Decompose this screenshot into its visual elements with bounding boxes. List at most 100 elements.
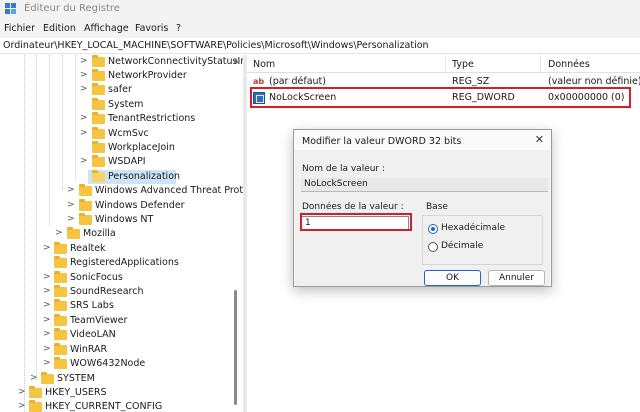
chevron-right-icon[interactable]: >: [80, 113, 88, 123]
value-name-field: NoLockScreen: [301, 178, 548, 192]
folder-icon: [92, 83, 105, 95]
tree-item[interactable]: > Realtek: [0, 242, 232, 256]
folder-icon: [54, 271, 67, 283]
chevron-right-icon[interactable]: >: [18, 401, 26, 411]
menu-help[interactable]: ?: [176, 23, 181, 34]
scroll-up-icon[interactable]: ▲: [232, 57, 240, 64]
string-value-icon: ab: [253, 77, 265, 86]
radio-checked-icon[interactable]: [428, 224, 438, 234]
chevron-right-icon[interactable]: >: [18, 387, 26, 397]
address-path[interactable]: Ordinateur\HKEY_LOCAL_MACHINE\SOFTWARE\P…: [3, 40, 429, 51]
tree-item-label: TeamViewer: [70, 315, 128, 326]
chevron-right-icon[interactable]: >: [43, 344, 51, 354]
chevron-right-icon[interactable]: >: [43, 358, 51, 368]
tree-item[interactable]: > HKEY_CURRENT_CONFIG: [0, 400, 232, 412]
cancel-button[interactable]: Annuler: [488, 270, 545, 286]
folder-icon: [92, 98, 105, 110]
menu-favoris[interactable]: Favoris: [135, 23, 168, 34]
tree-item-label: RegisteredApplications: [70, 257, 179, 268]
tree-item-label: System: [108, 99, 144, 110]
radio-hexadecimal[interactable]: Hexadécimale: [423, 223, 542, 235]
chevron-right-icon[interactable]: >: [80, 70, 88, 80]
chevron-right-icon[interactable]: >: [80, 84, 88, 94]
menu-edition[interactable]: Edition: [43, 23, 76, 34]
chevron-right-icon[interactable]: >: [43, 272, 51, 282]
radio-hex-label[interactable]: Hexadécimale: [441, 223, 505, 233]
chevron-right-icon[interactable]: >: [43, 300, 51, 310]
tree-item[interactable]: > safer: [0, 83, 232, 97]
chevron-right-icon[interactable]: >: [80, 128, 88, 138]
chevron-right-icon[interactable]: >: [43, 315, 51, 325]
value-data-label: Données de la valeur :: [302, 202, 404, 212]
column-header-type[interactable]: Type: [452, 59, 474, 70]
tree-item[interactable]: > Windows Advanced Threat Prote: [0, 184, 243, 198]
folder-icon: [29, 386, 42, 398]
chevron-right-icon[interactable]: >: [55, 228, 63, 238]
tree-item[interactable]: > HKEY_USERS: [0, 386, 232, 400]
tree-item[interactable]: > NetworkProvider: [0, 69, 232, 83]
value-type: REG_SZ: [452, 76, 490, 87]
tree-item-label: SonicFocus: [70, 272, 123, 283]
menu-affichage[interactable]: Affichage: [84, 23, 129, 34]
chevron-right-icon[interactable]: >: [67, 200, 75, 210]
column-header-data[interactable]: Données: [548, 59, 590, 70]
radio-dec-label[interactable]: Décimale: [441, 241, 483, 251]
tree-item[interactable]: System: [0, 98, 232, 112]
tree-item-label: NetworkProvider: [108, 70, 187, 81]
folder-icon: [54, 242, 67, 254]
tree-item-label: Windows NT: [95, 214, 154, 225]
tree-item-label: WorkplaceJoin: [108, 142, 175, 153]
tree-item[interactable]: > WcmSvc: [0, 127, 232, 141]
address-bar[interactable]: Ordinateur\HKEY_LOCAL_MACHINE\SOFTWARE\P…: [0, 38, 640, 54]
chevron-right-icon[interactable]: >: [67, 214, 75, 224]
tree-item-label: HKEY_CURRENT_CONFIG: [45, 401, 163, 412]
chevron-right-icon[interactable]: >: [43, 243, 51, 253]
base-group-label: Base: [426, 202, 448, 212]
chevron-right-icon[interactable]: >: [67, 185, 75, 195]
tree-item[interactable]: > Windows Defender: [0, 199, 232, 213]
highlight-box: [250, 87, 631, 108]
folder-icon: [54, 256, 67, 268]
tree-item-personalization[interactable]: Personalization: [88, 170, 180, 184]
tree-item[interactable]: > TenantRestrictions: [0, 112, 232, 126]
close-icon[interactable]: ✕: [535, 133, 544, 146]
tree-item[interactable]: > WinRAR: [0, 343, 232, 357]
ok-button[interactable]: OK: [424, 270, 481, 286]
tree-item-label: VideoLAN: [70, 329, 116, 340]
tree-item[interactable]: RegisteredApplications: [0, 256, 232, 270]
tree-item[interactable]: > SYSTEM: [0, 372, 232, 386]
tree-item-label: NetworkConnectivityStatusIr: [108, 56, 243, 67]
tree-item[interactable]: > WSDAPI: [0, 155, 232, 169]
tree-item[interactable]: > TeamViewer: [0, 314, 232, 328]
highlight-box: [300, 213, 412, 231]
window-title: Éditeur du Registre: [24, 3, 120, 14]
tree-item-label: WSDAPI: [108, 156, 146, 167]
column-separator[interactable]: [540, 55, 541, 73]
tree-item[interactable]: > SRS Labs: [0, 299, 232, 313]
tree-item[interactable]: > Windows NT: [0, 213, 232, 227]
column-separator[interactable]: [445, 55, 446, 73]
chevron-right-icon[interactable]: >: [30, 373, 38, 383]
chevron-right-icon[interactable]: >: [80, 156, 88, 166]
tree-item[interactable]: > SonicFocus: [0, 271, 232, 285]
chevron-right-icon[interactable]: >: [43, 286, 51, 296]
tree-item[interactable]: > NetworkConnectivityStatusIr: [0, 55, 243, 69]
scrollbar-thumb[interactable]: [234, 290, 237, 405]
menu-fichier[interactable]: Fichier: [4, 23, 35, 34]
chevron-right-icon[interactable]: >: [80, 56, 88, 66]
tree-item[interactable]: > SoundResearch: [0, 285, 232, 299]
radio-unchecked-icon[interactable]: [428, 242, 438, 252]
chevron-right-icon[interactable]: >: [43, 329, 51, 339]
tree-item-label: SYSTEM: [57, 373, 95, 384]
tree-item-label: Windows Defender: [95, 200, 185, 211]
tree-item[interactable]: WorkplaceJoin: [0, 141, 232, 155]
tree-item[interactable]: > Mozilla: [0, 227, 232, 241]
tree-scrollbar[interactable]: ▲: [232, 55, 240, 412]
registry-tree[interactable]: > NetworkConnectivityStatusIr > NetworkP…: [0, 55, 243, 412]
column-header-name[interactable]: Nom: [253, 59, 275, 70]
folder-icon: [92, 69, 105, 81]
tree-item[interactable]: > VideoLAN: [0, 328, 232, 342]
tree-item[interactable]: > WOW6432Node: [0, 357, 232, 371]
folder-icon: [29, 400, 42, 412]
radio-decimal[interactable]: Décimale: [423, 241, 542, 253]
